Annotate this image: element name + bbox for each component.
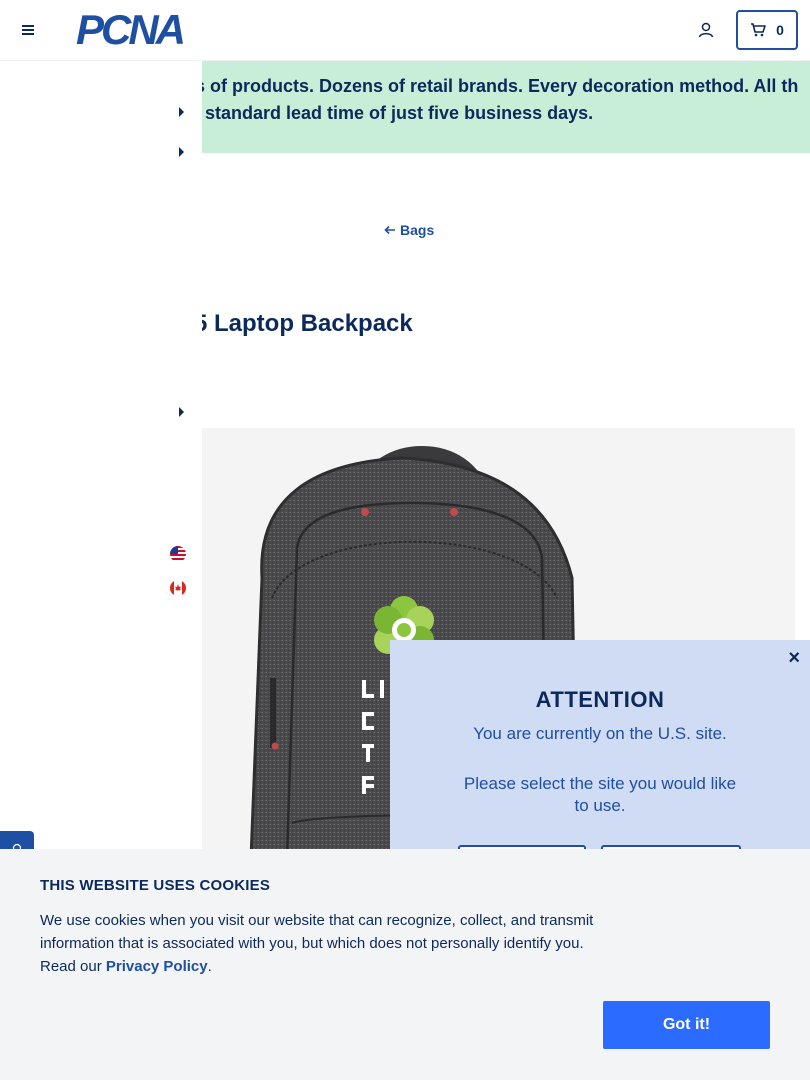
cart-button[interactable]: 0 [736, 10, 798, 50]
privacy-policy-link[interactable]: Privacy Policy [106, 958, 208, 975]
cookie-body: We use cookies when you visit our websit… [40, 909, 610, 978]
cookie-title: THIS WEBSITE USES COOKIES [40, 877, 271, 894]
cart-icon [751, 23, 766, 37]
close-icon[interactable]: × [788, 648, 800, 668]
caret-right-icon[interactable] [176, 146, 186, 158]
pcna-logo[interactable]: PCNA [76, 6, 186, 53]
cookie-body-period: . [207, 958, 212, 975]
arrow-left-icon [384, 225, 395, 235]
product-title: 5 Laptop Backpack [194, 310, 413, 337]
promo-banner-text: ls of products. Dozens of retail brands.… [190, 76, 799, 123]
modal-current-site-text: You are currently on the U.S. site. [473, 724, 727, 743]
cookie-banner: THIS WEBSITE USES COOKIES We use cookies… [0, 849, 810, 1080]
us-flag-icon[interactable] [170, 546, 186, 562]
back-to-bags-link[interactable]: Bags [384, 222, 434, 238]
back-link-label: Bags [400, 222, 435, 238]
site-header: PCNA 0 [0, 0, 810, 61]
canada-flag-icon[interactable] [170, 580, 186, 596]
modal-instruction-text: Please select the site you would like to… [463, 774, 737, 815]
caret-right-icon[interactable] [176, 106, 186, 118]
caret-right-icon[interactable] [176, 406, 186, 418]
hamburger-icon [22, 25, 34, 35]
cart-count: 0 [776, 22, 784, 38]
modal-title: ATTENTION [535, 687, 665, 712]
accept-cookies-button[interactable]: Got it! [603, 1001, 770, 1049]
user-icon[interactable] [696, 20, 716, 40]
logo-text: PCNA [76, 6, 186, 53]
menu-button[interactable] [18, 20, 38, 40]
